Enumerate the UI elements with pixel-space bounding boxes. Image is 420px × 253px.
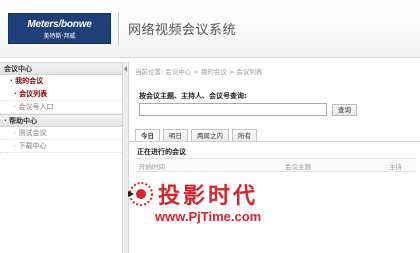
sidebar-collapse-handle[interactable] bbox=[122, 62, 129, 253]
search-button[interactable]: 查询 bbox=[332, 104, 357, 116]
sidebar-item-my-meetings[interactable]: · 我的会议 bbox=[0, 75, 122, 88]
sidebar-item-meeting-list[interactable]: · 会议列表 bbox=[0, 88, 122, 101]
column-header-topic: 会议主题 bbox=[285, 163, 311, 171]
sidebar-item-meeting-entry[interactable]: · 会议号入口 bbox=[0, 101, 122, 114]
search-label: 按会议主题、主持人、会议号查询: bbox=[139, 92, 247, 100]
column-header-host: 主持 bbox=[389, 163, 402, 171]
watermark-url: www.PjTime.com bbox=[155, 209, 262, 224]
sidebar: 会议中心 · 我的会议 · 会议列表 · 会议号入口 · 帮助中心 · 测试会议… bbox=[0, 62, 122, 253]
sidebar-item-download-center[interactable]: · 下载中心 bbox=[0, 140, 122, 153]
brand-logo: Meters/bonwe 美特斯·邦威 bbox=[8, 13, 111, 44]
sidebar-group-meeting-center[interactable]: 会议中心 bbox=[0, 62, 122, 75]
table-header: 开始时间 会议主题 主持 bbox=[135, 158, 416, 172]
breadcrumb: 当前位置: 会议中心 > 我的会议 > 会议列表 bbox=[135, 68, 263, 76]
column-header-start-time: 开始时间 bbox=[139, 163, 165, 171]
logo-subtext: 美特斯·邦威 bbox=[43, 33, 76, 40]
app-title: 网络视频会议系统 bbox=[128, 23, 237, 38]
logo-text: Meters/bonwe bbox=[27, 19, 92, 30]
collapse-arrow-icon bbox=[124, 66, 127, 72]
watermark-title: 投影时代 bbox=[158, 184, 259, 209]
watermark-logo-icon bbox=[128, 182, 153, 206]
header-divider bbox=[118, 12, 119, 45]
section-title: 正在进行的会议 bbox=[137, 148, 186, 156]
main-content: 当前位置: 会议中心 > 我的会议 > 会议列表 按会议主题、主持人、会议号查询… bbox=[129, 62, 420, 253]
app-header: Meters/bonwe 美特斯·邦威 网络视频会议系统 bbox=[0, 0, 420, 58]
tab-divider bbox=[129, 141, 420, 142]
search-input[interactable] bbox=[139, 103, 327, 116]
sidebar-item-test-meeting[interactable]: · 测试会议 bbox=[0, 127, 122, 140]
sidebar-group-help-center[interactable]: · 帮助中心 bbox=[0, 114, 122, 127]
